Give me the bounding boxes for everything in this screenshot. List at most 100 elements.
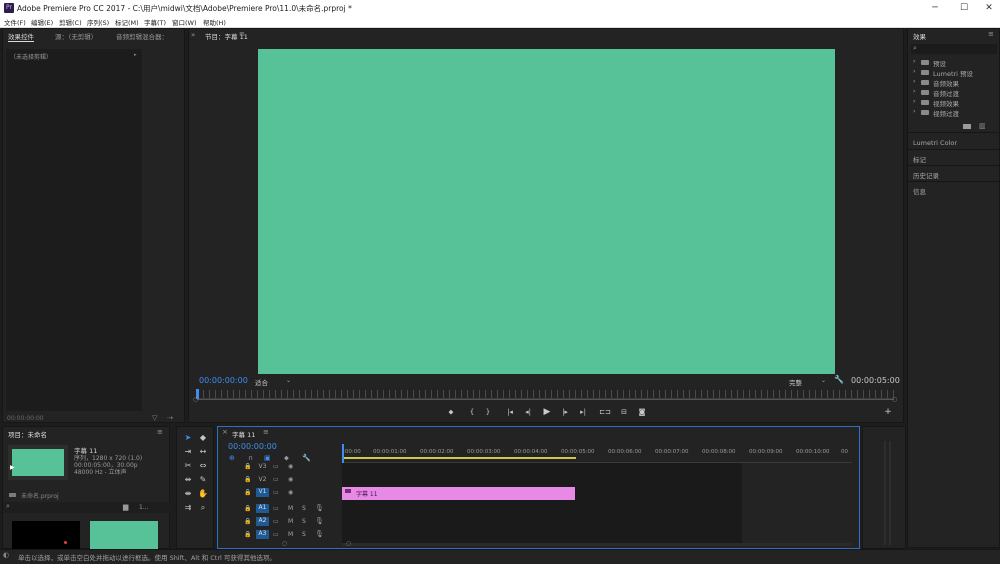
timeline-tab[interactable]: 字幕 11 <box>232 429 255 439</box>
go-to-out-icon[interactable]: ▸| <box>577 408 589 416</box>
microphone-icon[interactable]: 🎙 <box>315 504 324 512</box>
black-video-thumbnail[interactable] <box>12 521 80 550</box>
zoom-tool-icon[interactable]: ⌕ <box>197 503 209 513</box>
extract-icon[interactable]: ⊟ <box>618 408 630 416</box>
slide-tool-icon[interactable]: ⇹ <box>182 475 194 484</box>
sync-lock-icon[interactable]: ▭ <box>273 505 279 512</box>
lock-icon[interactable]: 🔒 <box>244 505 251 512</box>
chevron-down-icon[interactable]: ⌄ <box>286 377 291 384</box>
sequence-thumbnail[interactable] <box>8 445 68 480</box>
sync-lock-icon[interactable]: ▭ <box>273 531 279 538</box>
sync-lock-icon[interactable]: ▭ <box>273 489 279 496</box>
menu-title[interactable]: 字幕(T) <box>144 17 166 27</box>
program-timecode-current[interactable]: 00:00:00:00 <box>199 376 248 385</box>
insert-sequence-icon[interactable]: ▣ <box>264 454 271 462</box>
razor-tool-icon[interactable]: ✂ <box>182 461 194 470</box>
menu-marker[interactable]: 标记(M) <box>115 17 139 27</box>
markers-panel-tab[interactable]: 标记 <box>913 154 926 164</box>
program-video-frame[interactable] <box>258 49 835 374</box>
track-area[interactable] <box>342 463 742 543</box>
timeline-ruler[interactable]: :00:00 00:00:01:00 00:00:02:00 00:00:03:… <box>342 444 852 463</box>
mute-button[interactable]: M <box>288 518 293 525</box>
sync-lock-icon[interactable]: ▭ <box>273 476 279 483</box>
lock-icon[interactable]: 🔒 <box>244 463 251 470</box>
eye-icon[interactable]: ◉ <box>288 463 293 470</box>
effects-tree-item[interactable]: › 音频效果 <box>913 78 998 88</box>
track-label-a1[interactable]: A1 <box>256 504 269 513</box>
work-area-bar[interactable] <box>342 457 576 459</box>
snap-icon[interactable]: ⊕ <box>229 454 235 462</box>
mark-in-icon[interactable]: { <box>466 408 478 416</box>
lumetri-color-panel-tab[interactable]: Lumetri Color <box>913 139 957 147</box>
tab-source[interactable]: 源：（无剪辑） <box>55 31 97 41</box>
scroll-handle-right-icon[interactable]: ○ <box>346 540 351 547</box>
rate-stretch-tool-icon[interactable]: ↔ <box>197 447 209 456</box>
chevron-right-icon[interactable]: ▸ <box>134 52 137 58</box>
close-icon[interactable]: × <box>222 428 228 436</box>
chevron-down-icon[interactable]: ⌄ <box>821 377 826 384</box>
track-label-v1[interactable]: V1 <box>256 488 269 497</box>
chevron-right-icon[interactable]: › <box>913 98 915 105</box>
step-forward-icon[interactable]: |▸ <box>559 408 571 416</box>
track-label-a3[interactable]: A3 <box>256 530 269 539</box>
menu-help[interactable]: 帮助(H) <box>203 17 226 27</box>
lock-icon[interactable]: 🔒 <box>244 476 251 483</box>
tab-effect-controls[interactable]: 效果控件 <box>8 31 34 42</box>
filter-icon[interactable]: ▽ <box>152 414 157 422</box>
linked-selection-icon[interactable]: ∩ <box>248 454 253 462</box>
solo-button[interactable]: S <box>302 518 306 525</box>
chevron-right-icon[interactable]: › <box>913 88 915 95</box>
wrench-icon[interactable]: 🔧 <box>834 375 844 384</box>
scroll-handle-right-icon[interactable]: ○ <box>892 396 897 403</box>
program-scrub-ruler[interactable] <box>197 390 894 399</box>
go-to-in-icon[interactable]: |◂ <box>504 408 516 416</box>
timeline-timecode[interactable]: 00:00:00:00 <box>228 442 277 451</box>
add-marker-icon[interactable]: ⬥ <box>284 454 289 463</box>
microphone-icon[interactable]: 🎙 <box>315 530 324 538</box>
chevron-right-icon[interactable]: › <box>913 78 915 85</box>
menu-window[interactable]: 窗口(W) <box>172 17 197 27</box>
delete-icon[interactable]: ▥ <box>979 122 986 130</box>
program-menu-icon[interactable]: ≡ <box>239 30 245 38</box>
track-select-tool-icon[interactable]: ◆ <box>197 433 209 442</box>
lift-icon[interactable]: ⊏⊐ <box>599 408 611 416</box>
effects-tree-item[interactable]: › 视频过渡 <box>913 108 998 118</box>
pen-tool-icon[interactable]: ✎ <box>197 475 209 484</box>
menu-edit[interactable]: 编辑(E) <box>31 17 53 27</box>
fit-dropdown[interactable]: 适合 <box>255 377 268 387</box>
track-label-v2[interactable]: V2 <box>256 476 269 483</box>
menu-sequence[interactable]: 序列(S) <box>87 17 109 27</box>
solo-button[interactable]: S <box>302 531 306 538</box>
minimize-icon[interactable]: ─ <box>922 0 948 16</box>
track-label-v3[interactable]: V3 <box>256 463 269 470</box>
add-button-icon[interactable]: + <box>882 407 894 417</box>
lock-icon[interactable]: 🔒 <box>244 489 251 496</box>
project-search-bar[interactable]: ⌕ ▆ 1... <box>3 502 171 513</box>
timeline-menu-icon[interactable]: ≡ <box>263 428 269 436</box>
sync-lock-icon[interactable]: ▭ <box>273 518 279 525</box>
info-panel-tab[interactable]: 信息 <box>913 186 926 196</box>
close-icon[interactable]: ✕ <box>976 0 1000 16</box>
maximize-icon[interactable]: ☐ <box>951 0 977 16</box>
mute-button[interactable]: M <box>288 531 293 538</box>
ripple-edit-tool-icon[interactable]: ⇥ <box>182 447 194 456</box>
rolling-edit-tool-icon[interactable]: ⇼ <box>182 489 194 498</box>
play-icon[interactable]: ▶ <box>10 464 15 471</box>
effects-tree-item[interactable]: › 音频过渡 <box>913 88 998 98</box>
chevron-right-icon[interactable]: › <box>913 68 915 75</box>
microphone-icon[interactable]: 🎙 <box>315 517 324 525</box>
track-forward-icon[interactable]: ⇉ <box>182 503 194 512</box>
eye-icon[interactable]: ◉ <box>288 476 293 483</box>
effects-tree-item[interactable]: › 预设 <box>913 58 998 68</box>
mute-button[interactable]: M <box>288 505 293 512</box>
menu-clip[interactable]: 剪辑(C) <box>59 17 82 27</box>
export-icon[interactable]: ⇢ <box>167 414 173 422</box>
effects-tree-item[interactable]: › Lumetri 预设 <box>913 68 998 78</box>
project-menu-icon[interactable]: ≡ <box>157 428 163 436</box>
slip-tool-icon[interactable]: ⇔ <box>197 461 209 470</box>
solo-button[interactable]: S <box>302 505 306 512</box>
scroll-handle-left-icon[interactable]: ○ <box>282 540 287 547</box>
play-icon[interactable]: ▶ <box>541 407 553 417</box>
effects-tree-item[interactable]: › 视频效果 <box>913 98 998 108</box>
title-clip-thumbnail[interactable] <box>90 521 158 550</box>
